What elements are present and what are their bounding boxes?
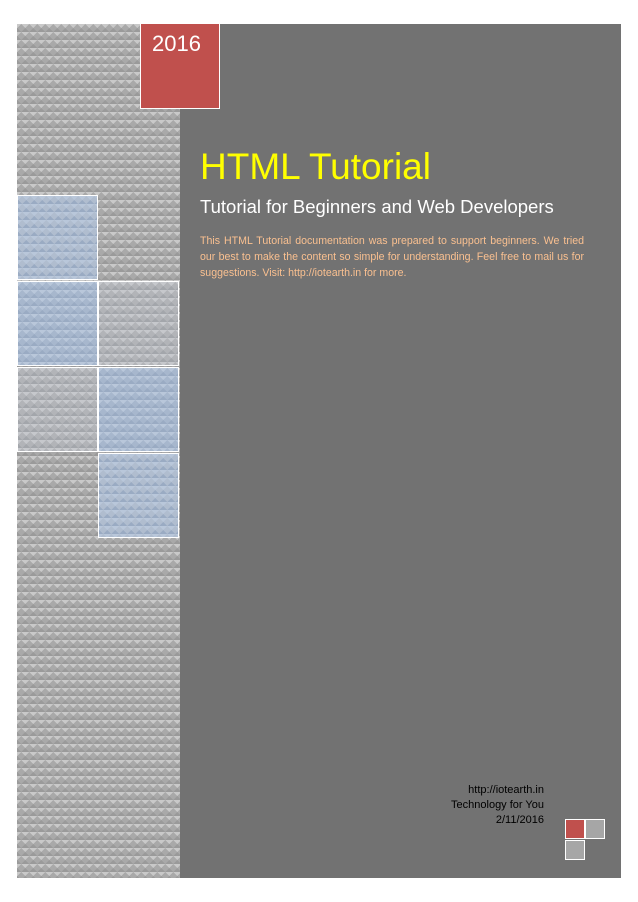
footer-website: http://iotearth.in <box>468 784 544 796</box>
decorative-tile <box>98 367 179 452</box>
decorative-tile <box>98 281 179 366</box>
footer-date: 2/11/2016 <box>495 814 544 826</box>
decorative-square-red <box>565 819 585 839</box>
decorative-tile <box>17 281 98 366</box>
year-label: 2016 <box>152 31 201 56</box>
decorative-square-grey <box>585 819 605 839</box>
cover-footer: http://iotearth.in Technology for You 2/… <box>400 783 544 828</box>
decorative-square-grey <box>565 840 585 860</box>
document-subtitle: Tutorial for Beginners and Web Developer… <box>200 196 554 217</box>
document-title: HTML Tutorial <box>200 146 431 187</box>
decorative-tile <box>98 453 179 538</box>
document-description: This HTML Tutorial documentation was pre… <box>200 235 584 279</box>
cover-page: 2016 HTML Tutorial Tutorial for Beginner… <box>0 0 638 902</box>
footer-tagline: Technology for You <box>451 799 544 811</box>
decorative-tile <box>17 195 98 280</box>
decorative-tile <box>17 367 98 452</box>
